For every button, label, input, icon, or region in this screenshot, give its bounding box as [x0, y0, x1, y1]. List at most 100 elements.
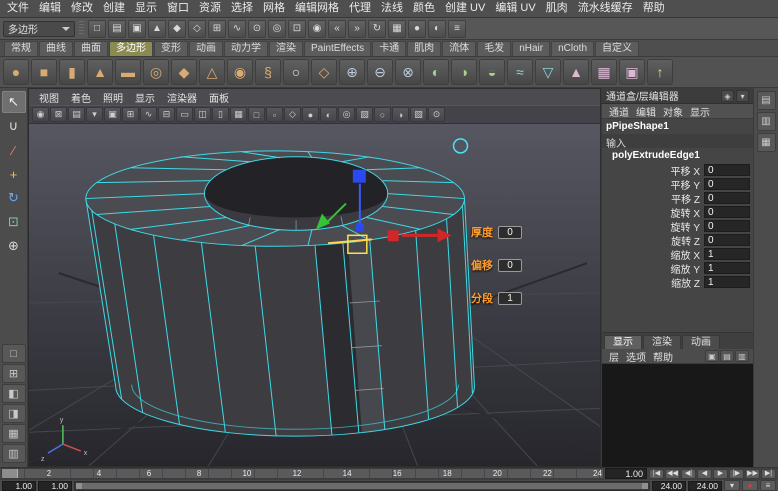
layer-editor-menu-item[interactable]: 层 — [606, 349, 622, 364]
snap-to-curve-icon[interactable]: ∿ — [228, 20, 246, 38]
menubar-item[interactable]: 法线 — [376, 0, 408, 17]
shelf-tab[interactable]: 动画 — [189, 41, 223, 56]
menubar-item[interactable]: 创建 — [98, 0, 130, 17]
panel-menu-item[interactable]: 着色 — [65, 90, 97, 105]
range-slider[interactable] — [74, 481, 650, 491]
menubar-item[interactable]: 帮助 — [638, 0, 670, 17]
rotate-tool[interactable]: ↻ — [2, 187, 26, 209]
xray-icon[interactable]: ▧ — [410, 107, 427, 122]
shelf-tab[interactable]: 曲线 — [39, 41, 73, 56]
shelf-tab[interactable]: 肌肉 — [407, 41, 441, 56]
create-empty-layer-icon[interactable]: ▣ — [705, 350, 719, 362]
menubar-item[interactable]: 肌肉 — [541, 0, 573, 17]
shelf-tab[interactable]: PaintEffects — [304, 41, 371, 56]
persp-outliner-layout-button[interactable]: ◧ — [2, 384, 26, 403]
poly-torus-icon[interactable]: ◎ — [143, 59, 169, 85]
auto-keyframe-icon[interactable]: ● — [742, 480, 758, 491]
step-back-key-button[interactable]: ◀◀ — [665, 469, 680, 479]
go-to-start-button[interactable]: |◀ — [649, 469, 664, 479]
shelf-tab[interactable]: 动力学 — [224, 41, 268, 56]
smooth-icon[interactable]: ≈ — [507, 59, 533, 85]
shelf-tab[interactable]: 卡通 — [372, 41, 406, 56]
save-scene-icon[interactable]: ▣ — [128, 20, 146, 38]
lock-camera-icon[interactable]: ⊠ — [50, 107, 67, 122]
layer-list[interactable] — [602, 364, 753, 467]
attribute-value-field[interactable]: 1 — [704, 276, 750, 288]
range-start-handle[interactable] — [76, 483, 82, 489]
poly-helix-icon[interactable]: § — [255, 59, 281, 85]
extract-icon[interactable]: ⊗ — [395, 59, 421, 85]
menubar-item[interactable]: 代理 — [344, 0, 376, 17]
panel-menu-item[interactable]: 照明 — [97, 90, 129, 105]
quadrangulate-icon[interactable]: ▦ — [591, 59, 617, 85]
image-plane-icon[interactable]: ▣ — [104, 107, 121, 122]
panel-menu-icon[interactable]: ▾ — [736, 90, 749, 102]
smooth-shade-all-icon[interactable]: ● — [302, 107, 319, 122]
tool-settings-toggle-icon[interactable]: ▥ — [757, 112, 776, 131]
play-backward-button[interactable]: ◀ — [697, 469, 712, 479]
output-connections-icon[interactable]: » — [348, 20, 366, 38]
make-live-icon[interactable]: ◉ — [308, 20, 326, 38]
platonic-solid-icon[interactable]: ◇ — [311, 59, 337, 85]
layer-editor-tab[interactable]: 显示 — [604, 335, 642, 349]
poly-prism-icon[interactable]: ◆ — [171, 59, 197, 85]
shelf-tab[interactable]: 曲面 — [74, 41, 108, 56]
extrude-icon[interactable]: ↑ — [647, 59, 673, 85]
new-scene-icon[interactable]: □ — [88, 20, 106, 38]
attribute-value-field[interactable]: 0 — [704, 234, 750, 246]
snap-to-point-icon[interactable]: ⊙ — [248, 20, 266, 38]
reduce-icon[interactable]: ▽ — [535, 59, 561, 85]
universal-manipulator-tool[interactable]: ⊕ — [2, 235, 26, 257]
shelf-tab[interactable]: 多边形 — [109, 41, 153, 56]
menubar-item[interactable]: 选择 — [226, 0, 258, 17]
textured-icon[interactable]: ▨ — [356, 107, 373, 122]
attribute-value-field[interactable]: 0 — [704, 192, 750, 204]
combine-icon[interactable]: ⊕ — [339, 59, 365, 85]
channel-box-menu-item[interactable]: 对象 — [660, 104, 686, 119]
menubar-item[interactable]: 创建 UV — [440, 0, 490, 17]
range-end-handle[interactable] — [642, 483, 648, 489]
safe-action-icon[interactable]: □ — [248, 107, 265, 122]
select-by-hierarchy-icon[interactable]: ▲ — [148, 20, 166, 38]
layer-editor-tab[interactable]: 渲染 — [643, 335, 681, 349]
channel-box-menu-item[interactable]: 显示 — [687, 104, 713, 119]
channel-box-toggle-icon[interactable]: ▦ — [757, 133, 776, 152]
range-slider-bar[interactable] — [76, 483, 648, 489]
shape-node-name[interactable]: pPipeShape1 — [602, 119, 753, 134]
shelf-tab[interactable]: 毛发 — [477, 41, 511, 56]
menubar-item[interactable]: 窗口 — [162, 0, 194, 17]
create-layer-from-selected-icon[interactable]: ▤ — [720, 350, 734, 362]
step-forward-key-button[interactable]: ▶▶ — [745, 469, 760, 479]
step-back-frame-button[interactable]: ◀| — [681, 469, 696, 479]
four-pane-layout-button[interactable]: ⊞ — [2, 364, 26, 383]
menu-set-dropdown[interactable]: 多边形 — [3, 21, 75, 37]
shelf-tab[interactable]: 变形 — [154, 41, 188, 56]
attribute-editor-toggle-icon[interactable]: ▤ — [757, 91, 776, 110]
outliner-persp-layout-button[interactable]: ▥ — [2, 444, 26, 463]
menubar-item[interactable]: 编辑 UV — [490, 0, 540, 17]
resolution-gate-icon[interactable]: ◫ — [194, 107, 211, 122]
panel-menu-item[interactable]: 渲染器 — [161, 90, 203, 105]
isolate-select-icon[interactable]: ⊙ — [428, 107, 445, 122]
animation-start-field[interactable]: 1.00 — [2, 481, 36, 491]
scale-tool[interactable]: ⊡ — [2, 211, 26, 233]
select-camera-icon[interactable]: ◉ — [32, 107, 49, 122]
animation-preferences-icon[interactable]: ≡ — [760, 480, 776, 491]
layer-editor-menu-item[interactable]: 选项 — [623, 349, 649, 364]
film-gate-icon[interactable]: ▭ — [176, 107, 193, 122]
snap-to-view-plane-icon[interactable]: ⊡ — [288, 20, 306, 38]
offset-value-field[interactable]: 0 — [498, 259, 522, 272]
character-set-menu-icon[interactable]: ▾ — [724, 480, 740, 491]
triangulate-icon[interactable]: ▲ — [563, 59, 589, 85]
time-slider[interactable]: 24681012141618202224 — [1, 468, 604, 479]
divisions-value-field[interactable]: 1 — [498, 292, 522, 305]
menubar-item[interactable]: 修改 — [66, 0, 98, 17]
shelf-tab[interactable]: nHair — [512, 41, 550, 56]
boolean-union-icon[interactable]: ◐ — [423, 59, 449, 85]
go-to-end-button[interactable]: ▶| — [761, 469, 776, 479]
construction-history-icon[interactable]: ↻ — [368, 20, 386, 38]
panel-menu-item[interactable]: 视图 — [33, 90, 65, 105]
menubar-item[interactable]: 颜色 — [408, 0, 440, 17]
menubar-item[interactable]: 资源 — [194, 0, 226, 17]
separate-icon[interactable]: ⊖ — [367, 59, 393, 85]
